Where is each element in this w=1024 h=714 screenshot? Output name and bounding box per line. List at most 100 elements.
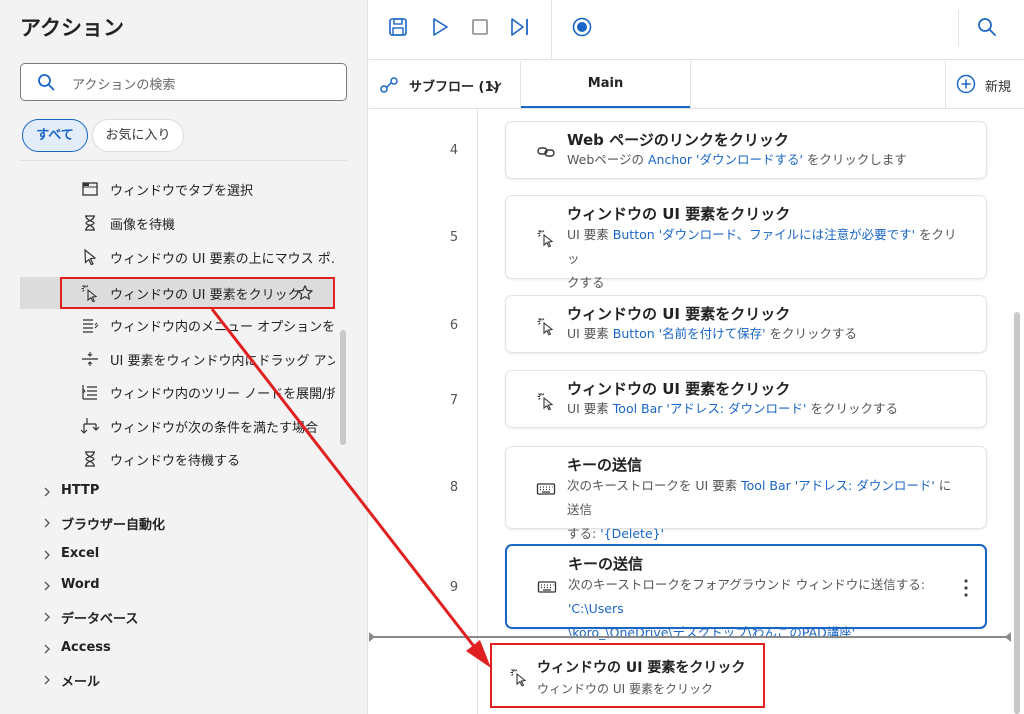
line-number: 5 — [449, 230, 459, 245]
parameter-value: Button '名前を付けて保存' — [612, 326, 766, 341]
parameter-value: Button 'ダウンロード、ファイルには注意が必要です' — [612, 227, 916, 242]
step-title: キーの送信 — [567, 456, 643, 474]
actions-scrollbar[interactable] — [340, 330, 346, 445]
click-cursor-icon — [537, 393, 554, 411]
flow-step-card[interactable]: Web ページのリンクをクリック Webページの Anchor 'ダウンロードす… — [505, 121, 987, 179]
click-cursor-icon — [510, 669, 527, 687]
highlight-box-action — [60, 277, 335, 309]
click-cursor-icon — [537, 318, 554, 336]
click-cursor-icon — [537, 230, 554, 248]
divider — [20, 160, 347, 161]
action-search-input[interactable]: アクションの検索 — [20, 63, 347, 101]
chevron-right-icon — [44, 675, 50, 685]
action-item-wait-window[interactable]: ウィンドウを待機する — [20, 443, 335, 475]
menu-list-icon — [83, 319, 99, 333]
filter-favorites-button[interactable]: お気に入り — [92, 119, 184, 152]
category-label: Access — [61, 640, 111, 655]
action-item-drag-drop[interactable]: UI 要素をウィンドウ内にドラッグ アン… — [20, 343, 335, 375]
description-text: クする — [567, 275, 605, 290]
category-mail[interactable]: メール — [40, 669, 320, 693]
description-text: UI 要素 — [567, 401, 613, 416]
description-text: 次のキーストロークをフォアグラウンド ウィンドウに送信する: — [568, 577, 925, 592]
description-line: UI 要素 Tool Bar 'アドレス: ダウンロード' をクリックする — [567, 397, 957, 421]
parameter-value: Anchor 'ダウンロードする' — [647, 152, 803, 167]
category-access[interactable]: Access — [40, 638, 320, 662]
description-line: UI 要素 Button '名前を付けて保存' をクリックする — [567, 322, 957, 346]
tab-main[interactable]: Main — [521, 61, 690, 108]
filter-all-button[interactable]: すべて — [22, 119, 88, 152]
stop-icon[interactable] — [469, 16, 491, 38]
tab-separator — [945, 61, 946, 109]
chevron-right-icon — [44, 518, 50, 528]
action-item-if-window[interactable]: ウィンドウが次の条件を満たす場合 — [20, 410, 335, 442]
tree-node-icon — [82, 385, 97, 400]
category-word[interactable]: Word — [40, 575, 320, 599]
description-line: 次のキーストロークを UI 要素 Tool Bar 'アドレス: ダウンロード'… — [567, 474, 957, 522]
description-text: Webページの — [567, 152, 648, 167]
more-options-icon[interactable] — [957, 576, 975, 600]
category-http[interactable]: HTTP — [40, 481, 320, 505]
description-text: 次のキーストロークを UI 要素 — [567, 478, 742, 493]
line-number: 9 — [449, 580, 459, 595]
step-description: 次のキーストロークを UI 要素 Tool Bar 'アドレス: ダウンロード'… — [567, 474, 957, 546]
action-item-wait-image[interactable]: 画像を待機 — [20, 207, 335, 239]
toolbar-separator — [551, 0, 552, 60]
step-title: ウィンドウの UI 要素をクリック — [567, 380, 791, 398]
hourglass-icon — [85, 215, 95, 231]
step-title: キーの送信 — [568, 555, 644, 573]
action-item-select-tab[interactable]: ウィンドウでタブを選択 — [20, 173, 335, 205]
action-item-label: UI 要素をウィンドウ内にドラッグ アン… — [110, 354, 335, 369]
subflow-dropdown-label[interactable]: サブフロー (1) — [409, 76, 499, 95]
action-item-label: ウィンドウ内のメニュー オプションを選択 — [110, 320, 335, 335]
action-item-label: ウィンドウを待機する — [110, 454, 241, 469]
category-browser-automation[interactable]: ブラウザー自動化 — [40, 512, 320, 536]
step-title: Web ページのリンクをクリック — [567, 131, 789, 149]
line-number: 8 — [449, 480, 459, 495]
flow-scrollbar[interactable] — [1014, 312, 1020, 714]
action-item-expand-tree[interactable]: ウィンドウ内のツリー ノードを展開/折… — [20, 376, 335, 408]
action-item-hover-element[interactable]: ウィンドウの UI 要素の上にマウス ポ… — [20, 241, 335, 273]
flow-step-card[interactable]: ウィンドウの UI 要素をクリック UI 要素 Button 'ダウンロード、フ… — [505, 195, 987, 290]
record-icon[interactable] — [571, 16, 593, 38]
chevron-right-icon — [44, 644, 50, 654]
step-icon[interactable] — [509, 16, 531, 38]
dragged-action-title: ウィンドウの UI 要素をクリック — [537, 660, 746, 676]
description-text: をクリックする — [765, 326, 857, 341]
category-label: HTTP — [61, 483, 100, 498]
tab-main-label: Main — [587, 76, 624, 91]
step-description: UI 要素 Button 'ダウンロード、ファイルには注意が必要です' をクリッ… — [567, 223, 957, 295]
flow-step-card-selected[interactable]: キーの送信 次のキーストロークをフォアグラウンド ウィンドウに送信する: 'C:… — [505, 544, 987, 640]
parameter-value: Tool Bar 'アドレス: ダウンロード' — [741, 478, 935, 493]
category-database[interactable]: データベース — [40, 606, 320, 630]
action-item-select-menu[interactable]: ウィンドウ内のメニュー オプションを選択 — [20, 309, 335, 341]
flow-step-card[interactable]: ウィンドウの UI 要素をクリック UI 要素 Button '名前を付けて保存… — [505, 295, 987, 353]
toolbar — [369, 0, 1024, 60]
description-line: 次のキーストロークをフォアグラウンド ウィンドウに送信する: 'C:\Users — [568, 573, 948, 621]
mouse-pointer-icon — [84, 248, 97, 266]
drop-indicator-left-arrow — [369, 632, 375, 642]
tab-bar: サブフロー (1) Main 新規 — [369, 61, 1024, 109]
description-text: をクリックする — [806, 401, 898, 416]
description-line: Webページの Anchor 'ダウンロードする' をクリックします — [567, 148, 957, 172]
step-description: Webページの Anchor 'ダウンロードする' をクリックします — [567, 148, 957, 172]
actions-panel-title: アクション — [20, 16, 124, 40]
save-icon[interactable] — [387, 16, 409, 38]
new-subflow-label[interactable]: 新規 — [985, 76, 1011, 95]
category-label: ブラウザー自動化 — [61, 518, 166, 533]
add-circle-icon[interactable] — [956, 74, 976, 94]
keyboard-icon — [536, 483, 556, 495]
line-number: 4 — [449, 143, 459, 158]
chevron-down-icon[interactable] — [487, 78, 503, 94]
flow-step-card[interactable]: キーの送信 次のキーストロークを UI 要素 Tool Bar 'アドレス: ダ… — [505, 446, 987, 541]
tab-separator — [690, 61, 691, 109]
flow-step-card[interactable]: ウィンドウの UI 要素をクリック UI 要素 Tool Bar 'アドレス: … — [505, 370, 987, 428]
dragged-action-preview[interactable]: ウィンドウの UI 要素をクリック ウィンドウの UI 要素をクリック — [490, 643, 765, 708]
search-placeholder: アクションの検索 — [72, 78, 176, 93]
parameter-value: Tool Bar 'アドレス: ダウンロード' — [612, 401, 807, 416]
description-line: UI 要素 Button 'ダウンロード、ファイルには注意が必要です' をクリッ — [567, 223, 957, 271]
branch-if-icon — [80, 418, 100, 434]
run-icon[interactable] — [429, 16, 451, 38]
search-icon[interactable] — [976, 16, 998, 38]
category-excel[interactable]: Excel — [40, 544, 320, 568]
drop-indicator-line — [369, 636, 1011, 638]
